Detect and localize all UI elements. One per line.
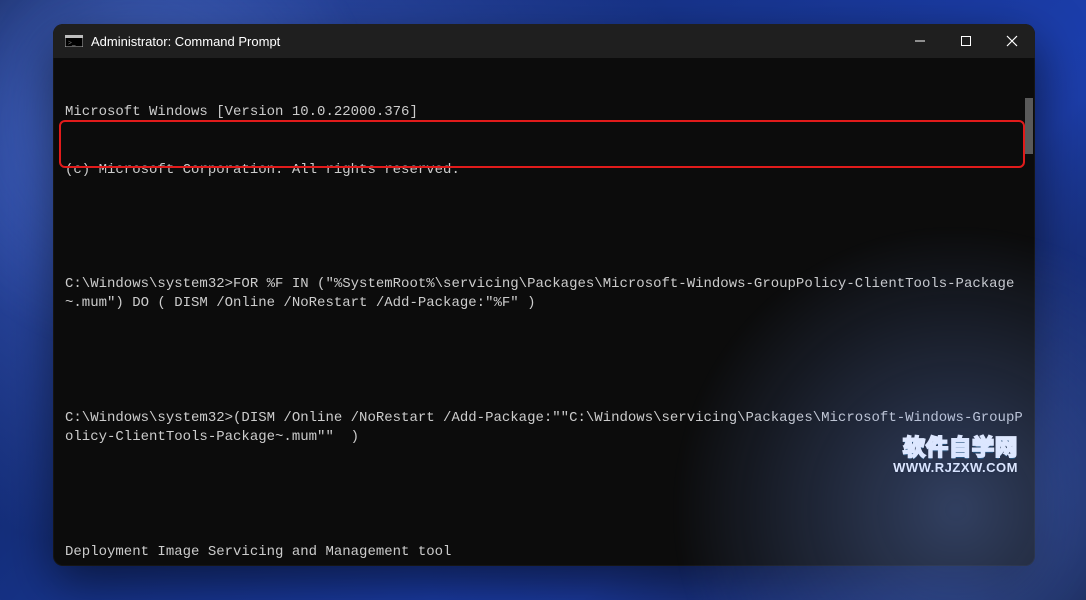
maximize-button[interactable] [943, 24, 989, 58]
watermark-title: 软件自学网 [893, 437, 1018, 459]
terminal-area: Microsoft Windows [Version 10.0.22000.37… [53, 58, 1035, 566]
scrollbar-thumb[interactable] [1025, 98, 1033, 154]
minimize-button[interactable] [897, 24, 943, 58]
watermark-url: WWW.RJZXW.COM [893, 461, 1018, 474]
close-button[interactable] [989, 24, 1035, 58]
cmd-icon: >_ [65, 34, 83, 48]
terminal-line: Deployment Image Servicing and Managemen… [65, 543, 1023, 562]
terminal-line: Microsoft Windows [Version 10.0.22000.37… [65, 103, 1023, 122]
terminal-line: (c) Microsoft Corporation. All rights re… [65, 161, 1023, 180]
titlebar[interactable]: >_ Administrator: Command Prompt [53, 24, 1035, 58]
cmd-window: >_ Administrator: Command Prompt Microso… [53, 24, 1035, 566]
terminal-line: C:\Windows\system32>FOR %F IN ("%SystemR… [65, 275, 1023, 314]
watermark: 软件自学网 WWW.RJZXW.COM [893, 437, 1018, 474]
window-title: Administrator: Command Prompt [91, 34, 280, 49]
terminal-output[interactable]: Microsoft Windows [Version 10.0.22000.37… [53, 58, 1035, 566]
svg-text:>_: >_ [68, 39, 76, 47]
desktop-background: >_ Administrator: Command Prompt Microso… [0, 0, 1086, 600]
terminal-line: C:\Windows\system32>(DISM /Online /NoRes… [65, 409, 1023, 448]
